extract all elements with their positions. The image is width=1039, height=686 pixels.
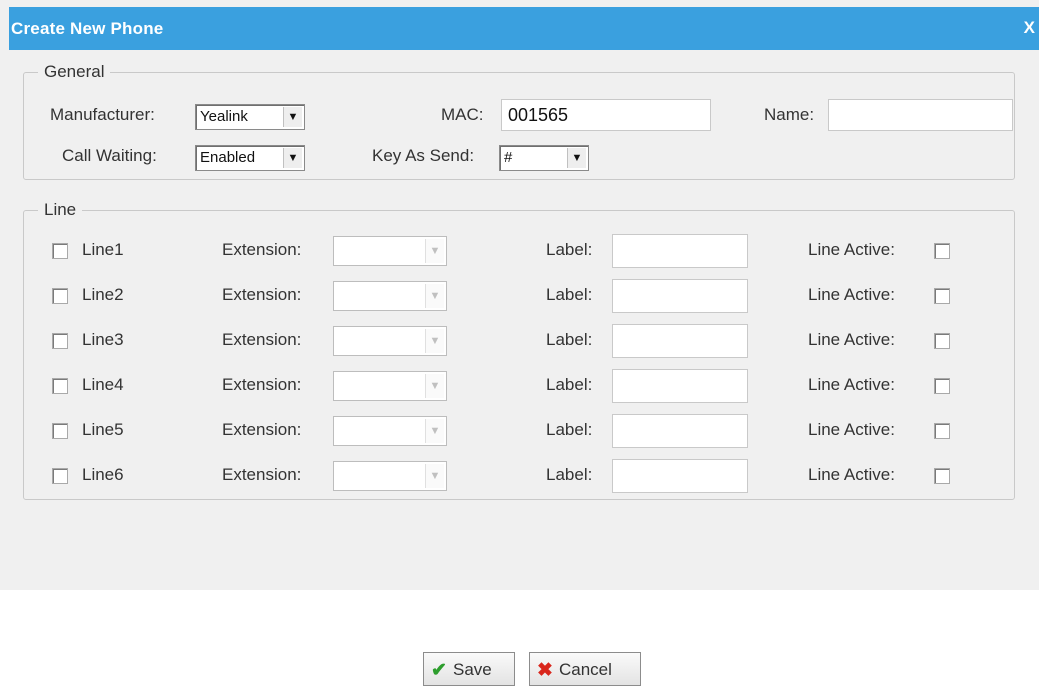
chevron-down-icon: ▼ [425,374,444,398]
general-legend: General [38,62,111,82]
dialog-title: Create New Phone [11,19,164,38]
line-name: Line5 [82,420,124,439]
line-active-checkbox[interactable] [934,423,950,439]
chevron-down-icon: ▼ [283,107,302,127]
mac-input[interactable]: 001565 [501,99,711,131]
manufacturer-value: Yealink [200,108,248,125]
manufacturer-select[interactable]: Yealink ▼ [195,104,305,130]
dialog-titlebar[interactable]: Create New Phone X [9,7,1039,50]
cancel-button-label: Cancel [559,660,612,679]
call-waiting-value: Enabled [200,149,256,166]
call-waiting-label: Call Waiting: [62,146,157,165]
line-active-label: Line Active: [808,465,895,484]
chevron-down-icon: ▼ [425,329,444,353]
label-label: Label: [546,465,593,484]
line-enable-checkbox[interactable] [52,333,68,349]
save-button-label: Save [453,660,492,679]
chevron-down-icon: ▼ [425,464,444,488]
line-active-label: Line Active: [808,420,895,439]
key-as-send-value: # [504,149,513,166]
save-button[interactable]: ✔ Save [423,652,515,686]
line-active-checkbox[interactable] [934,333,950,349]
create-new-phone-dialog: Create New Phone X General Manufacturer:… [0,0,1039,686]
chevron-down-icon: ▼ [425,284,444,308]
line-enable-checkbox[interactable] [52,288,68,304]
line-label-input[interactable] [612,279,748,313]
x-icon: ✖ [537,660,553,681]
line-active-label: Line Active: [808,375,895,394]
chevron-down-icon: ▼ [425,239,444,263]
line-enable-checkbox[interactable] [52,378,68,394]
name-label: Name: [764,105,815,124]
line-label-input[interactable] [612,414,748,448]
chevron-down-icon: ▼ [567,148,586,168]
extension-label: Extension: [222,420,302,439]
line-active-label: Line Active: [808,240,895,259]
key-as-send-label: Key As Send: [372,146,475,165]
label-label: Label: [546,330,593,349]
check-icon: ✔ [431,660,447,681]
chevron-down-icon: ▼ [425,419,444,443]
mac-value: 001565 [508,105,569,125]
line-active-label: Line Active: [808,285,895,304]
label-label: Label: [546,420,593,439]
cancel-button[interactable]: ✖ Cancel [529,652,641,686]
extension-label: Extension: [222,375,302,394]
line-active-label: Line Active: [808,330,895,349]
chevron-down-icon: ▼ [283,148,302,168]
line-name: Line4 [82,375,124,394]
label-label: Label: [546,285,593,304]
extension-label: Extension: [222,285,302,304]
line-label-input[interactable] [612,234,748,268]
call-waiting-select[interactable]: Enabled ▼ [195,145,305,171]
line-active-checkbox[interactable] [934,378,950,394]
line-active-checkbox[interactable] [934,288,950,304]
name-input[interactable] [828,99,1013,131]
extension-select[interactable]: ▼ [333,236,447,266]
extension-label: Extension: [222,465,302,484]
label-label: Label: [546,375,593,394]
close-icon[interactable]: X [1024,18,1035,38]
line-enable-checkbox[interactable] [52,423,68,439]
line-active-checkbox[interactable] [934,243,950,259]
extension-label: Extension: [222,330,302,349]
extension-select[interactable]: ▼ [333,416,447,446]
key-as-send-select[interactable]: # ▼ [499,145,589,171]
extension-select[interactable]: ▼ [333,371,447,401]
line-enable-checkbox[interactable] [52,468,68,484]
line-name: Line3 [82,330,124,349]
mac-label: MAC: [441,105,484,124]
extension-select[interactable]: ▼ [333,461,447,491]
extension-select[interactable]: ▼ [333,281,447,311]
line-label-input[interactable] [612,369,748,403]
line-name: Line6 [82,465,124,484]
line-active-checkbox[interactable] [934,468,950,484]
extension-label: Extension: [222,240,302,259]
general-group: General Manufacturer: Yealink ▼ MAC: 001… [23,62,1015,180]
extension-select[interactable]: ▼ [333,326,447,356]
line-label-input[interactable] [612,459,748,493]
manufacturer-label: Manufacturer: [50,105,155,124]
line-label-input[interactable] [612,324,748,358]
line-legend: Line [38,200,83,220]
dialog-body: General Manufacturer: Yealink ▼ MAC: 001… [9,50,1039,590]
line-group: Line Line1 Extension: ▼ Label: Line Active: L… [23,200,1015,500]
line-name: Line2 [82,285,124,304]
line-name: Line1 [82,240,124,259]
line-enable-checkbox[interactable] [52,243,68,259]
label-label: Label: [546,240,593,259]
